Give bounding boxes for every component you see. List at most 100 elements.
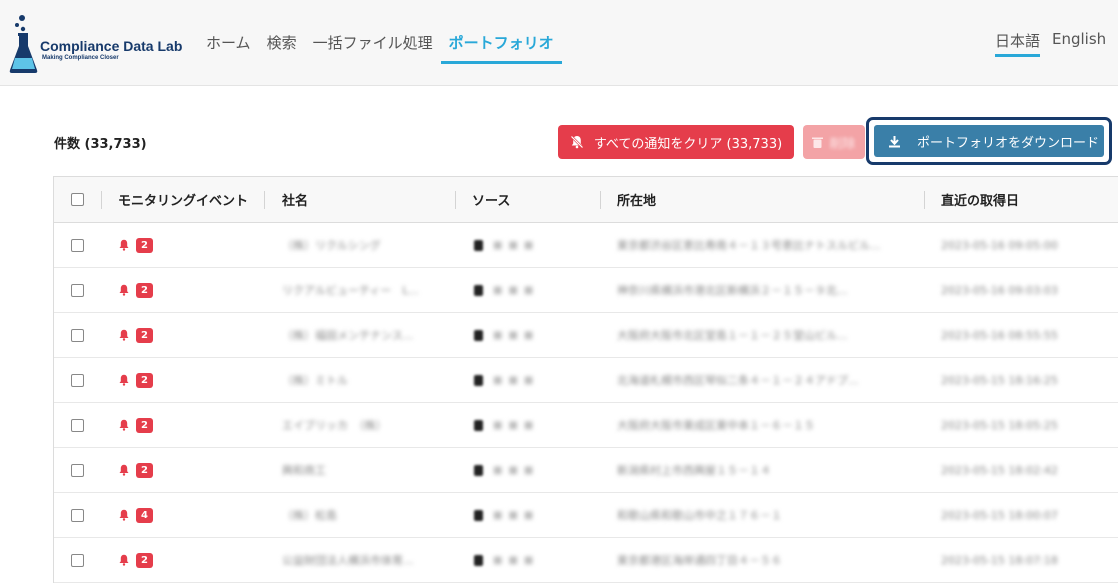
address-cell: 神奈川県横浜市港北区新横浜２－１５－９北... (617, 284, 848, 297)
select-all-checkbox[interactable] (71, 193, 84, 206)
source-dots: ■■■ (493, 554, 540, 566)
source-icon (474, 509, 483, 521)
source-dots: ■■■ (493, 239, 540, 251)
clear-notifications-button[interactable]: すべての通知をクリア (33,733) (558, 125, 794, 159)
address-cell: 北海道札幌市西区琴似二条４－１－２４アドプ... (617, 374, 859, 387)
table-row[interactable]: 2 公益財団法人横浜市体育... ■■■ 東京都港区海岸通四丁目４－５６ 202… (54, 538, 1118, 583)
source-dots: ■■■ (493, 329, 540, 341)
source-icon (474, 329, 483, 341)
source-icon (474, 284, 483, 296)
row-checkbox[interactable] (71, 553, 84, 567)
table-row[interactable]: 2 （株）リクルシング ■■■ 東京都渋谷区恵比寿南４－１３号恵比ナトスルビル.… (54, 223, 1118, 268)
column-divider (924, 191, 925, 209)
header-last-fetched[interactable]: 直近の取得日 (941, 177, 1019, 222)
column-divider (455, 191, 456, 209)
source-icon (474, 554, 483, 566)
nav-portfolio[interactable]: ポートフォリオ (440, 0, 562, 64)
last-fetched-cell: 2023-05-15 18:07:18 (941, 553, 1058, 567)
last-fetched-cell: 2023-05-15 18:02:42 (941, 463, 1058, 477)
event-cell: 2 (118, 268, 153, 312)
delete-button[interactable]: 削除 (803, 125, 865, 159)
lang-japanese[interactable]: 日本語 (995, 30, 1041, 57)
header-source[interactable]: ソース (472, 177, 510, 222)
lang-english[interactable]: English (1052, 30, 1106, 48)
table-row[interactable]: 2 （株）ミトル ■■■ 北海道札幌市西区琴似二条４－１－２４アドプ... 20… (54, 358, 1118, 403)
bell-off-icon (570, 135, 584, 149)
event-cell: 2 (118, 538, 153, 582)
source-cell: ■■■ (474, 358, 539, 402)
bell-icon (119, 374, 129, 386)
company-name-cell: 公益財団法人横浜市体育... (282, 554, 414, 567)
source-cell: ■■■ (474, 313, 539, 357)
event-count-badge: 2 (136, 372, 153, 388)
source-icon (474, 374, 483, 386)
source-dots: ■■■ (493, 464, 540, 476)
source-icon (474, 239, 483, 251)
row-checkbox[interactable] (71, 418, 84, 432)
address-cell: 新潟県村上市西興屋１５－１４ (617, 464, 771, 477)
address-cell: 東京都渋谷区恵比寿南４－１３号恵比ナトスルビル... (617, 239, 881, 252)
nav-search[interactable]: 検索 (259, 0, 305, 64)
address-cell: 東京都港区海岸通四丁目４－５６ (617, 554, 782, 567)
logo[interactable]: Compliance Data Lab Making Compliance Cl… (8, 12, 188, 76)
bell-icon (119, 329, 129, 341)
header-address[interactable]: 所在地 (617, 177, 656, 222)
column-divider (264, 191, 265, 209)
company-name-cell: 興和商工 (282, 464, 326, 477)
row-checkbox[interactable] (71, 508, 84, 522)
row-checkbox[interactable] (71, 463, 84, 477)
source-cell: ■■■ (474, 268, 539, 312)
table-row[interactable]: 2 リクアルビューティー L... ■■■ 神奈川県横浜市港北区新横浜２－１５－… (54, 268, 1118, 313)
nav-home[interactable]: ホーム (198, 0, 259, 64)
company-name-cell: （株）リクルシング (282, 239, 381, 252)
last-fetched-cell: 2023-05-16 09:03:03 (941, 283, 1058, 297)
table-row[interactable]: 2 興和商工 ■■■ 新潟県村上市西興屋１５－１４ 2023-05-15 18:… (54, 448, 1118, 493)
event-cell: 4 (118, 493, 153, 537)
event-cell: 2 (118, 223, 153, 267)
source-dots: ■■■ (493, 374, 540, 386)
trash-icon (812, 137, 824, 148)
event-count-badge: 4 (136, 507, 153, 523)
company-name-cell: （株）ミトル (282, 374, 348, 387)
company-name-cell: （株）福田メンテナンス... (282, 329, 414, 342)
source-cell: ■■■ (474, 538, 539, 582)
address-cell: 和歌山県和歌山市中之１７６－１ (617, 509, 782, 522)
event-count-badge: 2 (136, 417, 153, 433)
address-cell: 大阪府大阪市東成区東中本１－６－１５ (617, 419, 815, 432)
event-count-badge: 2 (136, 282, 153, 298)
download-portfolio-button[interactable]: ポートフォリオをダウンロード (874, 125, 1104, 157)
bell-icon (119, 554, 129, 566)
table-row[interactable]: 2 （株）福田メンテナンス... ■■■ 大阪府大阪市北区堂島１－１－２５堂山ビ… (54, 313, 1118, 358)
source-cell: ■■■ (474, 448, 539, 492)
download-button-highlight: ポートフォリオをダウンロード (866, 117, 1112, 165)
event-cell: 2 (118, 403, 153, 447)
event-cell: 2 (118, 358, 153, 402)
main-nav: ホーム 検索 一括ファイル処理 ポートフォリオ (198, 0, 562, 86)
event-count-badge: 2 (136, 327, 153, 343)
bell-icon (119, 284, 129, 296)
table-header: モニタリングイベント 社名 ソース 所在地 直近の取得日 (54, 177, 1118, 223)
row-checkbox[interactable] (71, 373, 84, 387)
header-company-name[interactable]: 社名 (282, 177, 308, 222)
logo-title: Compliance Data Lab (40, 38, 183, 54)
event-cell: 2 (118, 313, 153, 357)
address-cell: 大阪府大阪市北区堂島１－１－２５堂山ビル... (617, 329, 848, 342)
table-row[interactable]: 2 エイブリッカ （株） ■■■ 大阪府大阪市東成区東中本１－６－１５ 2023… (54, 403, 1118, 448)
event-count-badge: 2 (136, 462, 153, 478)
header-monitoring-event[interactable]: モニタリングイベント (118, 177, 248, 222)
event-count-badge: 2 (136, 552, 153, 568)
column-divider (600, 191, 601, 209)
record-count: 件数 (33,733) (54, 137, 147, 152)
source-cell: ■■■ (474, 403, 539, 447)
company-name-cell: （株）松島 (282, 509, 337, 522)
source-icon (474, 464, 483, 476)
row-checkbox[interactable] (71, 238, 84, 252)
row-checkbox[interactable] (71, 283, 84, 297)
logo-subtitle: Making Compliance Closer (42, 55, 119, 61)
clear-notifications-label: すべての通知をクリア (33,733) (593, 136, 783, 152)
nav-batch-file[interactable]: 一括ファイル処理 (305, 0, 441, 64)
table-row[interactable]: 4 （株）松島 ■■■ 和歌山県和歌山市中之１７６－１ 2023-05-15 1… (54, 493, 1118, 538)
row-checkbox[interactable] (71, 328, 84, 342)
source-dots: ■■■ (493, 284, 540, 296)
bell-icon (119, 509, 129, 521)
